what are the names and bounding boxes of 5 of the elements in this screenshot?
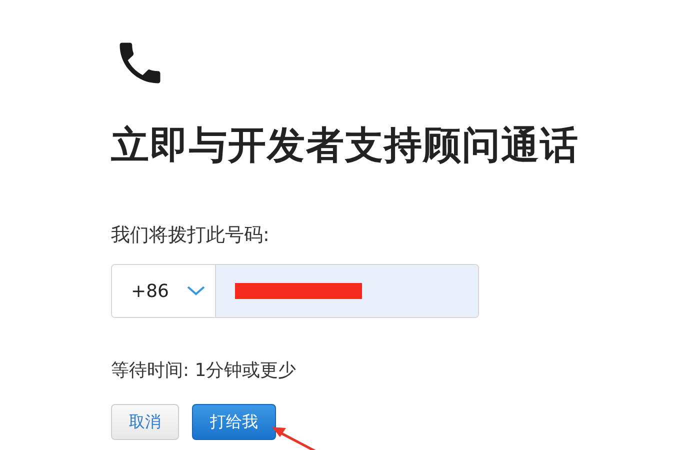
- wait-time-text: 等待时间: 1分钟或更少: [111, 360, 298, 382]
- call-me-button[interactable]: 打给我: [192, 404, 276, 440]
- cancel-button[interactable]: 取消: [111, 404, 179, 440]
- page-heading: 立即与开发者支持顾问通话: [111, 122, 580, 168]
- field-label: 我们将拨打此号码:: [111, 224, 270, 246]
